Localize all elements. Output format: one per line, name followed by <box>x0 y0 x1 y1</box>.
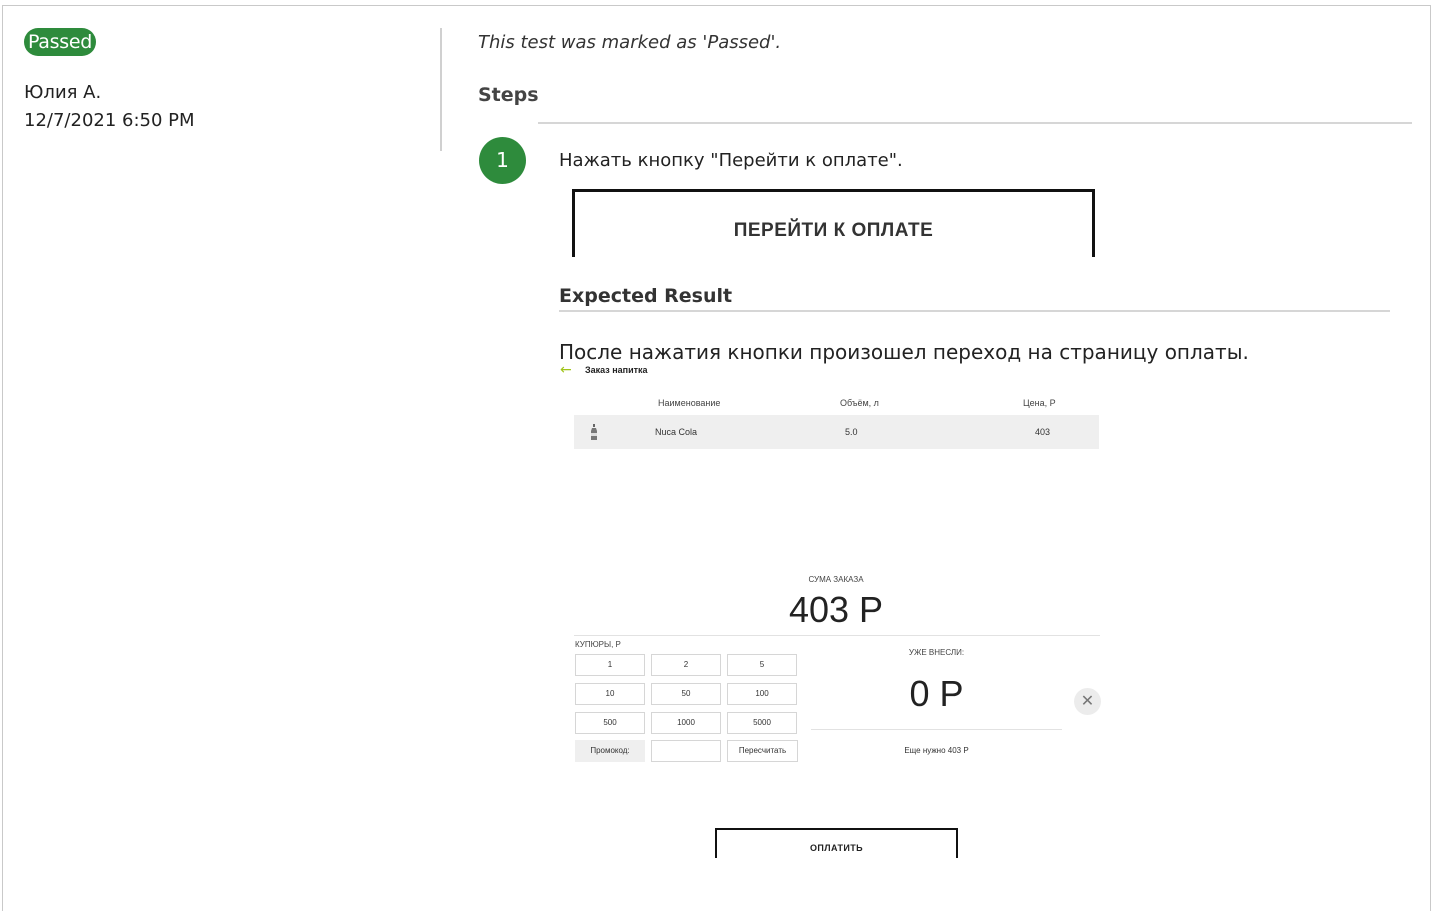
column-divider <box>440 28 442 151</box>
promo-code-label: Промокод: <box>575 740 645 762</box>
step-screenshot-pay-button: ПЕРЕЙТИ К ОПЛАТЕ <box>572 189 1095 257</box>
table-header-price: Цена, Р <box>1023 398 1056 408</box>
bill-button-2[interactable]: 2 <box>651 654 721 676</box>
bills-label: КУПЮРЫ, Р <box>575 640 621 649</box>
order-sum-value: 403 Р <box>788 589 884 630</box>
steps-heading: Steps <box>478 84 539 106</box>
table-cell-name: Nuca Cola <box>655 427 698 437</box>
paid-value: 0 Р <box>909 673 964 714</box>
result-timestamp: 12/7/2021 6:50 PM <box>24 110 195 131</box>
close-icon[interactable]: ✕ <box>1074 688 1101 715</box>
bill-button-10[interactable]: 10 <box>575 683 645 705</box>
sum-divider <box>574 635 1100 636</box>
pay-button[interactable]: ОПЛАТИТЬ <box>715 828 958 858</box>
step-screenshot-button-label: ПЕРЕЙТИ К ОПЛАТЕ <box>733 220 934 241</box>
pay-button-label: ОПЛАТИТЬ <box>810 843 863 853</box>
order-page-title: Заказ напитка <box>585 365 648 375</box>
bill-button-5[interactable]: 5 <box>727 654 797 676</box>
step-action-text: Нажать кнопку "Перейти к оплате". <box>559 150 903 171</box>
status-badge: Passed <box>24 28 96 56</box>
bottle-icon <box>591 424 597 440</box>
order-sum-label: СУМА ЗАКАЗА <box>808 575 864 584</box>
test-result-panel <box>2 5 1431 911</box>
bill-button-50[interactable]: 50 <box>651 683 721 705</box>
table-header-name: Наименование <box>658 398 721 408</box>
step-number-badge: 1 <box>479 137 526 184</box>
steps-divider <box>538 122 1412 124</box>
result-note: This test was marked as 'Passed'. <box>478 32 782 53</box>
table-header-volume: Объём, л <box>840 398 879 408</box>
table-row <box>574 415 1099 449</box>
bill-button-500[interactable]: 500 <box>575 712 645 734</box>
bill-button-1000[interactable]: 1000 <box>651 712 721 734</box>
paid-label: УЖЕ ВНЕСЛИ: <box>908 648 965 657</box>
bill-button-100[interactable]: 100 <box>727 683 797 705</box>
table-cell-price: 403 <box>1035 427 1051 437</box>
arrow-left-icon: ← <box>560 362 572 378</box>
expected-result-divider <box>559 310 1390 312</box>
bill-button-5000[interactable]: 5000 <box>727 712 797 734</box>
remaining-amount: Еще нужно 403 Р <box>904 746 969 755</box>
bill-button-1[interactable]: 1 <box>575 654 645 676</box>
expected-result-heading: Expected Result <box>559 285 733 307</box>
table-cell-volume: 5.0 <box>845 427 858 437</box>
promo-code-input[interactable] <box>651 740 721 762</box>
author-name: Юлия А. <box>24 82 102 103</box>
paid-divider <box>811 729 1062 730</box>
recalculate-button[interactable]: Пересчитать <box>727 740 798 762</box>
expected-result-text: После нажатия кнопки произошел переход н… <box>559 340 1249 364</box>
